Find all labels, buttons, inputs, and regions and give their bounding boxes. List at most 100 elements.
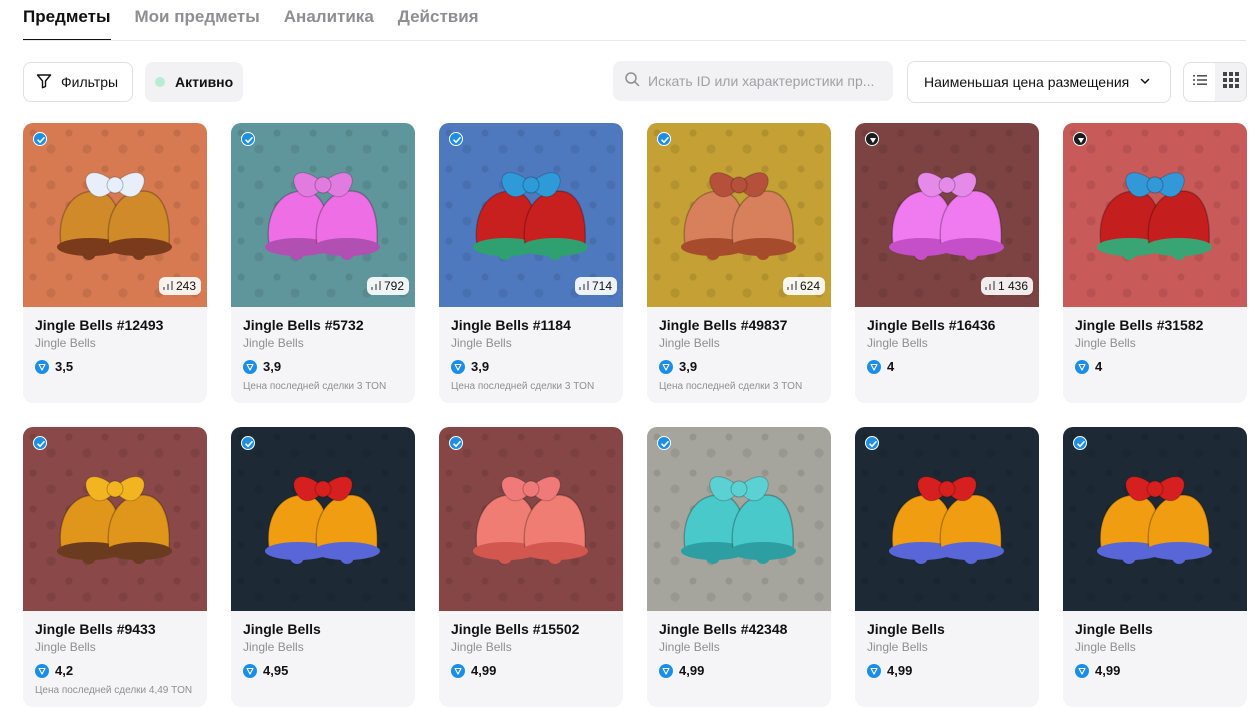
search-icon [624,71,640,92]
jingle-bells-image [57,172,172,260]
item-title: Jingle Bells #9433 [35,621,156,637]
last-sale-note: Цена последней сделки 3 TON [659,381,803,392]
item-card[interactable]: 624 Jingle Bells #49837 Jingle Bells 3,9… [647,123,831,403]
listing-count-badge: 624 [782,277,825,295]
item-card[interactable]: 1 436 Jingle Bells #16436 Jingle Bells 4 [855,123,1039,403]
last-sale-note: Цена последней сделки 3 TON [451,381,595,392]
item-collection: Jingle Bells [451,640,512,654]
verified-badge-icon [241,436,255,450]
ton-icon [451,359,465,374]
item-title: Jingle Bells #49837 [659,317,788,333]
filters-button[interactable]: Фильтры [23,62,133,102]
grid-view-button[interactable] [1215,63,1246,101]
item-price-value: 4,2 [55,663,74,678]
jingle-bells-image [265,476,380,564]
item-title: Jingle Bells #5732 [243,317,364,333]
item-price-value: 4 [1095,359,1103,374]
item-card[interactable]: Jingle Bells Jingle Bells 4,95 [231,427,415,707]
item-collection: Jingle Bells [867,640,928,654]
tab-items[interactable]: Предметы [23,0,111,41]
ton-icon [451,663,465,678]
search-input[interactable] [648,73,886,89]
item-card[interactable]: Jingle Bells #15502 Jingle Bells 4,99 [439,427,623,707]
listing-count: 624 [799,279,820,293]
item-price-value: 3,5 [55,359,74,374]
item-collection: Jingle Bells [1075,336,1136,350]
item-card[interactable]: Jingle Bells Jingle Bells 4,99 [1063,427,1247,707]
item-collection: Jingle Bells [35,640,96,654]
item-image: 1 436 [855,123,1039,307]
signal-icon [984,279,995,293]
filter-icon [36,73,52,92]
item-image [23,427,207,611]
item-title: Jingle Bells #31582 [1075,317,1204,333]
item-image [1063,123,1247,307]
view-toggle [1183,62,1247,102]
listing-count: 792 [383,279,404,293]
item-collection: Jingle Bells [243,640,304,654]
jingle-bells-image [681,476,796,564]
item-price-value: 4 [887,359,895,374]
jingle-bells-image [1097,172,1212,260]
active-label: Активно [175,74,234,90]
item-price: 4,99 [1075,663,1120,678]
ton-icon [243,663,257,678]
items-grid: 243 Jingle Bells #12493 Jingle Bells 3,5 [23,123,1247,707]
item-title: Jingle Bells #16436 [867,317,996,333]
item-price-value: 4,99 [887,663,913,678]
item-title: Jingle Bells #1184 [451,317,571,333]
verified-badge-icon [865,436,879,450]
active-status-filter[interactable]: Активно [145,62,243,102]
sort-dropdown[interactable]: Наименьшая цена размещения [907,61,1171,103]
item-card[interactable]: 792 Jingle Bells #5732 Jingle Bells 3,9 … [231,123,415,403]
verified-badge-icon [449,436,463,450]
item-card[interactable]: Jingle Bells #9433 Jingle Bells 4,2 Цена… [23,427,207,707]
item-image: 792 [231,123,415,307]
item-price-value: 4,95 [263,663,289,678]
item-price: 4,99 [659,663,704,678]
ton-icon [1075,663,1089,678]
item-card[interactable]: Jingle Bells #42348 Jingle Bells 4,99 [647,427,831,707]
listing-count: 714 [591,279,612,293]
item-title: Jingle Bells [243,621,321,637]
item-price: 4 [1075,359,1102,374]
listing-count-badge: 714 [574,277,617,295]
item-title: Jingle Bells [1075,621,1153,637]
item-collection: Jingle Bells [451,336,512,350]
tab-my-items[interactable]: Мои предметы [135,0,260,41]
signal-icon [786,279,797,293]
dark-triangle-icon [865,132,879,146]
item-price-value: 3,9 [471,359,490,374]
item-title: Jingle Bells #12493 [35,317,164,333]
item-collection: Jingle Bells [659,640,720,654]
item-price: 4,99 [867,663,912,678]
tab-bar: Предметы Мои предметы Аналитика Действия [23,0,479,41]
tab-analytics[interactable]: Аналитика [284,0,374,41]
item-collection: Jingle Bells [243,336,304,350]
signal-icon [162,279,173,293]
tab-actions[interactable]: Действия [398,0,479,41]
ton-icon [867,663,881,678]
item-image [439,427,623,611]
item-image [1063,427,1247,611]
jingle-bells-image [889,172,1004,260]
list-view-button[interactable] [1184,63,1215,101]
jingle-bells-image [473,476,588,564]
signal-icon [370,279,381,293]
jingle-bells-image [889,476,1004,564]
list-icon [1192,73,1207,91]
chevron-down-icon [1139,74,1151,90]
grid-icon [1222,71,1239,93]
filters-label: Фильтры [61,74,119,90]
item-card[interactable]: 243 Jingle Bells #12493 Jingle Bells 3,5 [23,123,207,403]
item-card[interactable]: Jingle Bells Jingle Bells 4,99 [855,427,1039,707]
item-card[interactable]: 714 Jingle Bells #1184 Jingle Bells 3,9 … [439,123,623,403]
verified-badge-icon [33,436,47,450]
dark-triangle-icon [1073,132,1087,146]
item-image: 714 [439,123,623,307]
ton-icon [659,663,673,678]
jingle-bells-image [265,172,380,260]
tab-divider [23,40,1246,41]
ton-icon [867,359,881,374]
item-card[interactable]: Jingle Bells #31582 Jingle Bells 4 [1063,123,1247,403]
